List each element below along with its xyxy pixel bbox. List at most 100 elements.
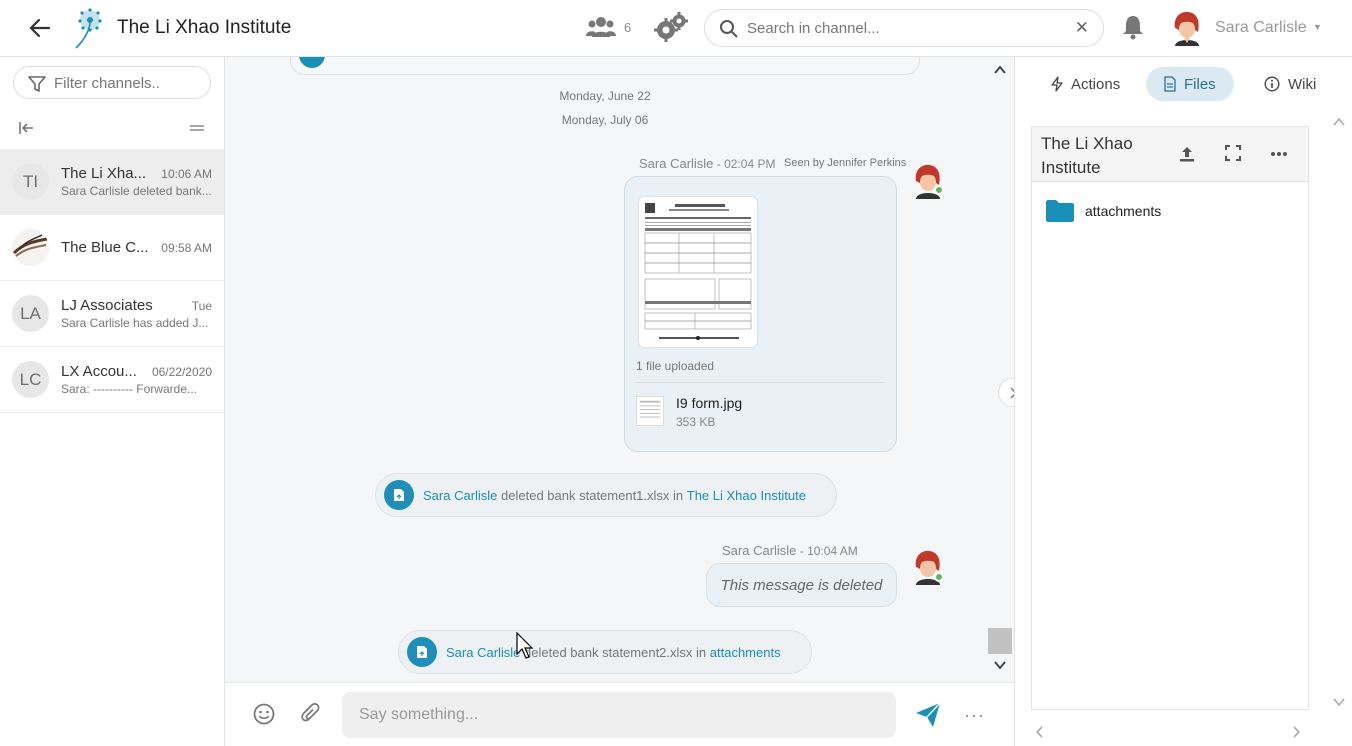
tab-label: Actions [1071,75,1121,93]
user-name[interactable]: Sara Carlisle [1215,19,1307,37]
channel-item-li-xhao[interactable]: TI The Li Xha... 10:06 AM Sara Carlisle … [0,149,224,215]
message-input[interactable] [342,692,896,738]
message-sender[interactable]: Sara Carlisle [639,156,713,171]
collapse-sidebar-icon[interactable] [19,121,35,135]
folder-item-attachments[interactable]: attachments [1045,199,1161,223]
page-title: The Li Xhao Institute [117,17,292,38]
channel-item-blue-c[interactable]: The Blue C... 09:58 AM [0,215,224,281]
actor-link[interactable]: Sara Carlisle [423,488,497,503]
upload-icon[interactable] [1178,145,1196,163]
actor-link[interactable]: Sara Carlisle [446,645,520,660]
channel-time: 10:06 AM [161,167,212,181]
app-root: The Li Xhao Institute 6 Search in channe… [0,0,1352,746]
filter-channels-input[interactable] [54,73,204,93]
settings-gears-icon[interactable] [654,12,688,44]
file-size: 353 KB [676,415,716,429]
fullscreen-icon[interactable] [1225,145,1241,161]
mouse-cursor-icon [516,632,534,659]
users-icon [586,17,616,37]
files-title: The Li Xhao Institute [1041,134,1133,177]
file-attachment[interactable]: I9 form.jpg 353 KB [636,392,886,432]
file-message-card: 1 file uploaded I9 form.jpg 353 KB [624,176,897,452]
panel-tabs: Actions Files Wiki [1015,67,1352,101]
file-event-icon [407,637,437,667]
channel-avatar: LA [12,295,49,332]
message-composer: ··· [225,682,1014,746]
channel-item-lx-accounts[interactable]: LC LX Accou... 06/22/2020 Sara: --------… [0,347,224,413]
files-browser: The Li Xhao Institute attachments [1031,126,1309,710]
file-thumbnail-icon [636,396,664,426]
member-count: 6 [624,19,632,35]
emoji-icon[interactable] [253,703,275,725]
top-header: The Li Xhao Institute 6 Search in channe… [0,0,1352,57]
search-input[interactable] [747,17,1067,39]
info-icon [1264,76,1280,92]
message-area: Monday, June 22 Monday, July 06 Sara Car… [225,57,1014,682]
feather-image-icon [12,229,49,266]
file-preview-image[interactable] [639,197,757,347]
file-icon [1164,76,1176,92]
side-panel: Actions Files Wiki The Li Xhao Institute… [1014,57,1352,746]
message-sender[interactable]: Sara Carlisle [722,543,796,558]
folder-icon [1046,200,1074,222]
form-document-icon [644,203,752,340]
file-name[interactable]: I9 form.jpg [676,395,742,411]
channel-preview: Sara Carlisle deleted bank... [61,184,212,198]
scrollbar-thumb[interactable] [988,628,1012,654]
channel-filter [13,66,211,99]
paperclip-icon[interactable] [301,703,321,725]
send-icon[interactable] [915,702,941,728]
tab-wiki[interactable]: Wiki [1246,67,1334,101]
channel-name: The Li Xha... [61,165,147,182]
channel-name: LJ Associates [61,297,153,314]
channel-name: LX Accou... [61,363,137,380]
menu-icon[interactable] [190,123,204,133]
chevron-right-icon[interactable] [1293,726,1301,738]
notification-bell-icon[interactable] [1121,14,1145,40]
tab-label: Wiki [1288,75,1317,93]
message-header: Sara Carlisle - 10:04 AM [722,543,858,558]
chat-scrollbar[interactable] [988,57,1014,682]
channel-sidebar: TI The Li Xha... 10:06 AM Sara Carlisle … [0,57,225,746]
more-horizontal-icon[interactable] [1270,151,1288,157]
more-options-icon[interactable]: ··· [964,705,985,726]
divider [636,382,884,383]
chevron-left-icon[interactable] [1035,726,1043,738]
upload-summary: 1 file uploaded [636,359,715,373]
channel-name: The Blue C... [61,239,149,256]
clear-search-icon[interactable]: ✕ [1075,18,1089,38]
members-button[interactable]: 6 [586,16,631,38]
channel-preview: Sara Carlisle has added J... [61,316,209,330]
seen-indicator: Seen by Jennifer Perkins [784,157,907,169]
channel-item-lj-associates[interactable]: LA LJ Associates Tue Sara Carlisle has a… [0,281,224,347]
chevron-down-icon[interactable] [994,660,1006,670]
lightning-icon [1051,76,1063,92]
horizontal-scrollbar[interactable] [1031,721,1311,741]
chevron-up-icon[interactable] [1333,117,1345,127]
message-header: Sara Carlisle - 02:04 PM [639,156,775,171]
channel-avatar: LC [12,361,49,398]
channel-preview: Sara: ---------- Forwarde... [61,382,197,396]
chevron-up-icon[interactable] [994,65,1006,75]
date-separator: Monday, July 06 [561,113,649,127]
system-action-text: deleted bank statement2.xlsx in [520,644,710,660]
channel-avatar-image [12,229,49,266]
channel-list: TI The Li Xha... 10:06 AM Sara Carlisle … [0,149,224,413]
system-message: Sara Carlisle deleted bank statement1.xl… [375,473,837,517]
online-status-dot [934,572,944,582]
channel-time: 06/22/2020 [151,365,212,379]
file-event-icon [299,57,325,68]
target-link[interactable]: The Li Xhao Institute [687,488,806,503]
back-arrow-icon[interactable] [26,14,54,42]
target-link[interactable]: attachments [710,645,781,660]
date-separator: Monday, June 22 [559,89,651,103]
file-event-icon [384,480,414,510]
user-avatar[interactable] [1170,10,1204,46]
tab-files[interactable]: Files [1146,67,1234,101]
deleted-message-bubble: This message is deleted [706,563,897,607]
chevron-down-icon[interactable] [1333,697,1345,707]
channel-search: ✕ [704,9,1104,47]
chevron-down-icon[interactable]: ▼ [1313,22,1322,32]
tab-actions[interactable]: Actions [1033,67,1138,101]
files-header: The Li Xhao Institute [1032,127,1308,182]
